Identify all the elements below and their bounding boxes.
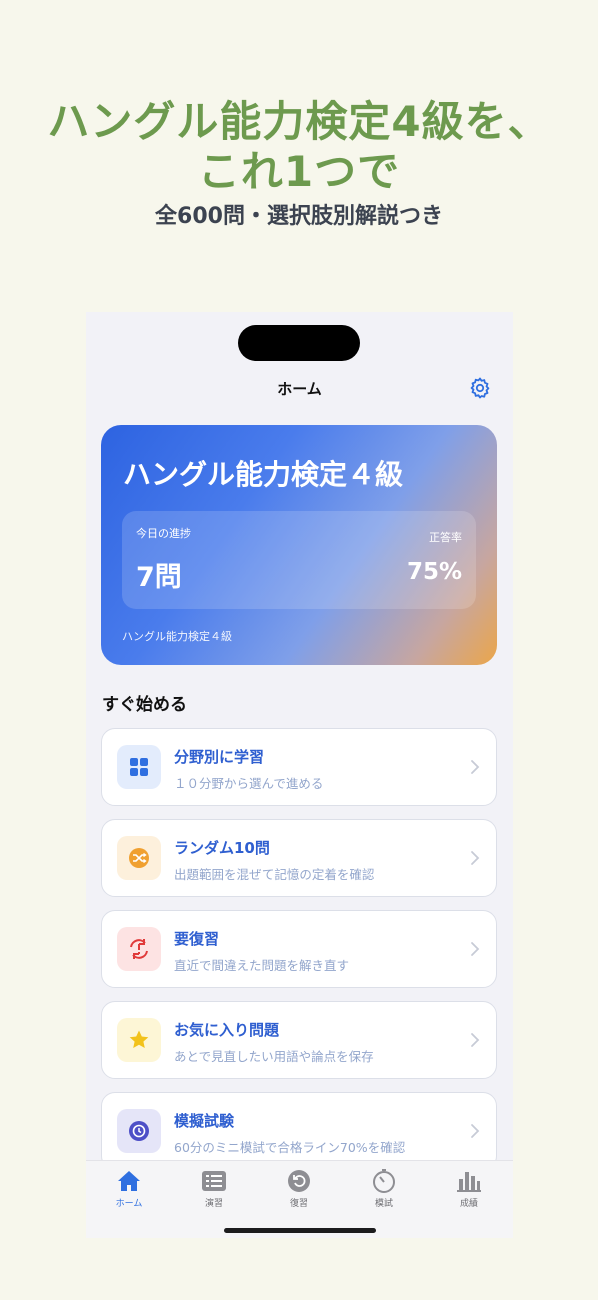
star-icon: [117, 1018, 161, 1062]
category-study-button[interactable]: 分野別に学習 １０分野から選んで進める: [101, 728, 497, 806]
home-icon: [118, 1171, 140, 1191]
timer-icon: [373, 1169, 395, 1193]
card-title: ランダム10問: [174, 839, 270, 857]
favorites-button[interactable]: お気に入り問題 あとで見直したい用語や論点を保存: [101, 1001, 497, 1079]
progress-value: 7問: [136, 562, 182, 593]
card-subtitle: １０分野から選んで進める: [174, 776, 324, 791]
tab-label: 成績: [459, 1199, 478, 1209]
progress-hero-card: ハングル能力検定４級 今日の進捗 正答率 7問 75% ハングル能力検定４級: [101, 425, 497, 665]
chevron-right-icon: [471, 760, 480, 774]
review-icon: [117, 927, 161, 971]
accuracy-label: 正答率: [429, 531, 462, 544]
tab-results[interactable]: 成績: [439, 1169, 499, 1209]
hero-title: ハングル能力検定４級: [123, 458, 404, 491]
card-title: 分野別に学習: [174, 748, 265, 766]
chart-icon: [457, 1172, 481, 1192]
card-title: 要復習: [174, 930, 220, 948]
review-icon: [288, 1170, 310, 1192]
tab-label: 演習: [204, 1199, 223, 1209]
tab-label: 復習: [289, 1199, 308, 1209]
list-icon: [202, 1171, 226, 1191]
chevron-right-icon: [471, 942, 480, 956]
promo-subheadline: 全600問・選択肢別解説つき: [155, 204, 443, 229]
chevron-right-icon: [471, 1124, 480, 1138]
grid-icon: [117, 745, 161, 789]
tab-review[interactable]: 復習: [269, 1169, 329, 1209]
phone-screen: ホーム ハングル能力検定４級 今日の進捗 正答率 7問 75% ハングル能力検定…: [86, 312, 513, 1238]
chevron-right-icon: [471, 851, 480, 865]
card-subtitle: 出題範囲を混ぜて記憶の定着を確認: [174, 867, 375, 882]
card-subtitle: あとで見直したい用語や論点を保存: [174, 1049, 374, 1064]
tab-bar: ホーム 演習 復習 模試 成績: [86, 1160, 513, 1238]
card-title: お気に入り問題: [174, 1021, 280, 1039]
today-progress-panel: 今日の進捗 正答率 7問 75%: [122, 511, 476, 609]
dynamic-island: [238, 325, 360, 361]
needs-review-button[interactable]: 要復習 直近で間違えた問題を解き直す: [101, 910, 497, 988]
progress-label: 今日の進捗: [136, 527, 191, 540]
chevron-right-icon: [471, 1033, 480, 1047]
random-10-button[interactable]: ランダム10問 出題範囲を混ぜて記憶の定着を確認: [101, 819, 497, 897]
mock-exam-button[interactable]: 模擬試験 60分のミニ模試で合格ライン70%を確認: [101, 1092, 497, 1170]
tab-home[interactable]: ホーム: [99, 1169, 159, 1209]
nav-title: ホーム: [277, 380, 322, 398]
hero-footer: ハングル能力検定４級: [122, 630, 232, 643]
card-subtitle: 直近で間違えた問題を解き直す: [174, 958, 350, 973]
timer-icon: [117, 1109, 161, 1153]
gear-icon[interactable]: [468, 376, 492, 400]
home-indicator: [224, 1228, 376, 1233]
promo-headline-line-2: これ1つで: [197, 147, 401, 196]
tab-practice[interactable]: 演習: [184, 1169, 244, 1209]
card-title: 模擬試験: [174, 1112, 235, 1130]
quick-start-title: すぐ始める: [102, 695, 187, 715]
accuracy-value: 75%: [406, 559, 462, 585]
tab-label: 模試: [374, 1199, 393, 1209]
shuffle-icon: [117, 836, 161, 880]
tab-mock-exam[interactable]: 模試: [354, 1169, 414, 1209]
card-subtitle: 60分のミニ模試で合格ライン70%を確認: [174, 1140, 406, 1155]
tab-label: ホーム: [115, 1199, 143, 1209]
